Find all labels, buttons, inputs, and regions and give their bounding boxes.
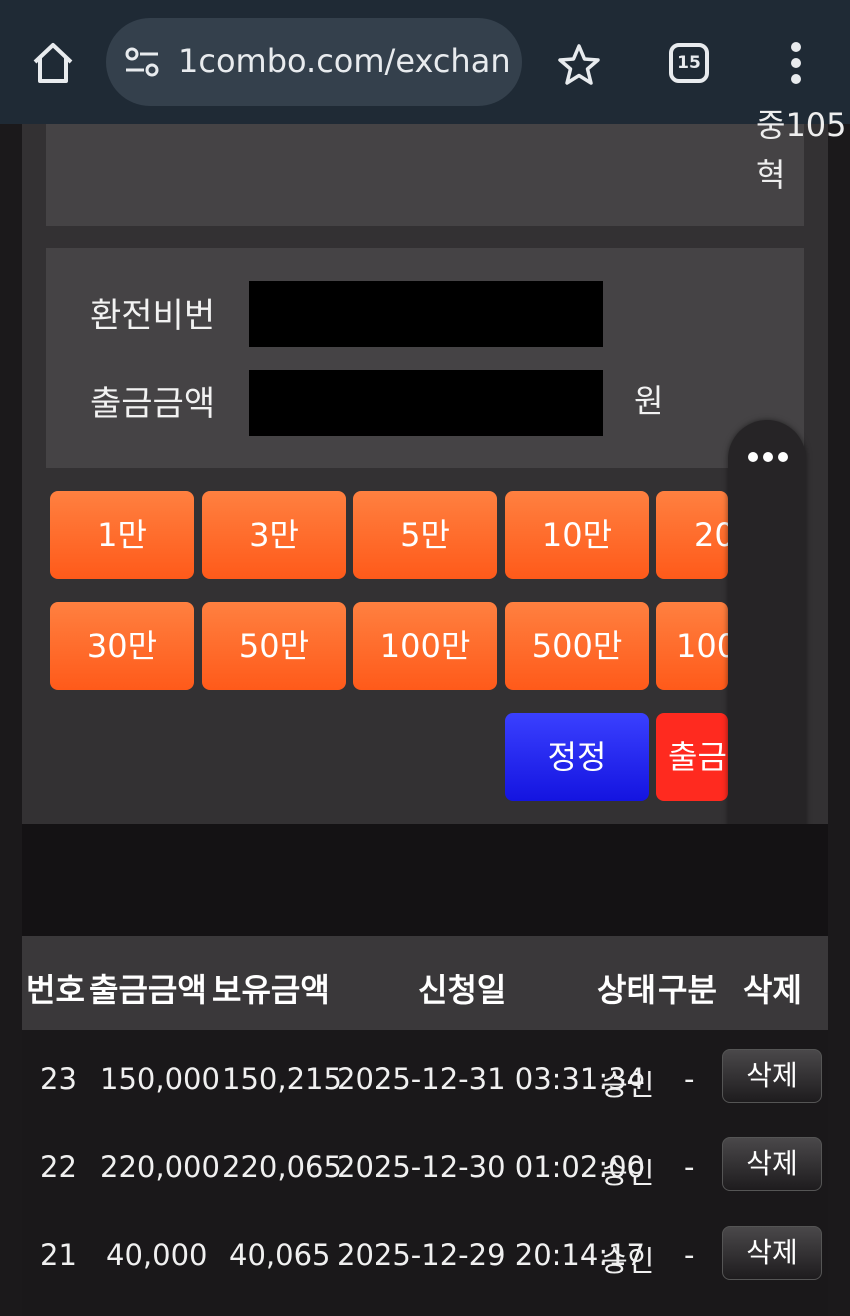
cell-status: 승인 xyxy=(601,1156,655,1190)
header-type: 구분 xyxy=(658,971,717,1009)
cell-status: 승인 xyxy=(601,1244,655,1278)
amount-button-100k[interactable]: 10만 xyxy=(505,491,649,579)
url-text[interactable]: 1combo.com/exchan xyxy=(178,42,511,80)
amount-button-1m[interactable]: 100만 xyxy=(353,602,497,690)
more-vert-icon[interactable] xyxy=(786,40,806,86)
header-date: 신청일 xyxy=(418,971,507,1009)
amount-button-300k[interactable]: 30만 xyxy=(50,602,194,690)
header-balance: 보유금액 xyxy=(212,971,330,1009)
cell-date: 2025-12-29 20:14:17 xyxy=(337,1238,645,1272)
correct-button[interactable]: 정정 xyxy=(505,713,649,801)
floating-toolbar[interactable] xyxy=(728,420,806,884)
cell-balance: 220,065 xyxy=(222,1150,342,1184)
header-amount: 출금금액 xyxy=(89,971,207,1009)
amount-button-10k[interactable]: 1만 xyxy=(50,491,194,579)
pin-label: 환전비번 xyxy=(90,296,216,336)
account-holder-text: 혁 xyxy=(756,156,786,194)
cell-date: 2025-12-31 03:31:34 xyxy=(337,1062,645,1096)
section-spacer xyxy=(22,824,828,936)
account-info-cut-text: 중105 xyxy=(756,106,847,144)
delete-button[interactable]: 삭제 xyxy=(722,1049,822,1103)
cell-amount: 40,000 xyxy=(106,1238,208,1272)
amount-button-5m[interactable]: 500만 xyxy=(505,602,649,690)
browser-toolbar: 1combo.com/exchan 15 xyxy=(0,0,850,124)
cell-balance: 150,215 xyxy=(222,1062,342,1096)
amount-label: 출금금액 xyxy=(90,384,216,424)
header-no: 번호 xyxy=(26,971,85,1009)
amount-input[interactable] xyxy=(249,370,603,436)
home-icon[interactable] xyxy=(30,40,76,86)
header-status: 상태 xyxy=(597,971,656,1009)
account-info-box xyxy=(46,124,804,226)
cell-no: 23 xyxy=(40,1062,77,1096)
cell-status: 승인 xyxy=(601,1068,655,1102)
amount-button-30k[interactable]: 3만 xyxy=(202,491,346,579)
page-margin-left xyxy=(0,124,22,1316)
cell-no: 21 xyxy=(40,1238,77,1272)
page-margin-right xyxy=(828,124,850,1316)
currency-unit: 원 xyxy=(634,382,664,420)
cell-date: 2025-12-30 01:02:00 xyxy=(337,1150,645,1184)
header-delete: 삭제 xyxy=(743,971,802,1009)
amount-button-10m[interactable]: 1000만 xyxy=(656,602,728,690)
cell-amount: 220,000 xyxy=(100,1150,220,1184)
cell-type: - xyxy=(684,1238,695,1272)
more-horiz-icon[interactable] xyxy=(748,452,788,466)
cell-amount: 150,000 xyxy=(100,1062,220,1096)
cell-no: 22 xyxy=(40,1150,77,1184)
cell-type: - xyxy=(684,1150,695,1184)
delete-button[interactable]: 삭제 xyxy=(722,1137,822,1191)
amount-button-500k[interactable]: 50만 xyxy=(202,602,346,690)
tune-icon[interactable] xyxy=(124,46,160,78)
tab-switcher-icon[interactable]: 15 xyxy=(669,43,709,83)
address-bar[interactable]: 1combo.com/exchan xyxy=(106,18,522,106)
star-icon[interactable] xyxy=(556,42,602,88)
cell-balance: 40,065 xyxy=(229,1238,331,1272)
delete-button[interactable]: 삭제 xyxy=(722,1226,822,1280)
pin-input[interactable] xyxy=(249,281,603,347)
cell-type: - xyxy=(684,1062,695,1096)
amount-button-50k[interactable]: 5만 xyxy=(353,491,497,579)
amount-button-200k[interactable]: 20만 xyxy=(656,491,728,579)
withdraw-button[interactable]: 출금 xyxy=(656,713,728,801)
